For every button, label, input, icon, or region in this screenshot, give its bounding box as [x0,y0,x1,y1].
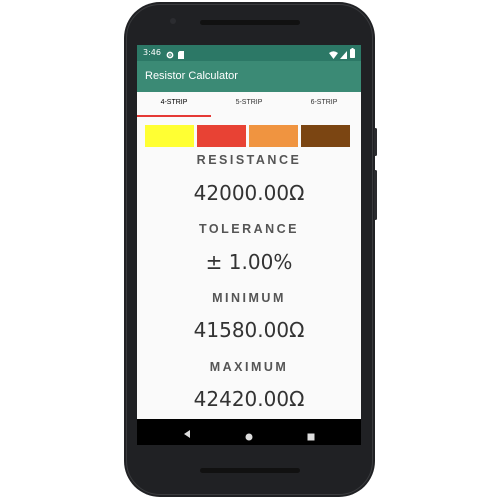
status-bar: 3:46 [137,45,361,61]
tab-indicator [137,115,211,117]
tab-bar: 4-STRIP 5-STRIP 6-STRIP [137,92,361,118]
front-camera [170,18,176,24]
navigation-bar [137,419,361,445]
color-bands [145,125,353,147]
power-button [374,128,377,156]
tolerance-value: ± 1.00% [205,250,293,274]
volume-button [374,170,377,220]
tab-5-strip[interactable]: 5-STRIP [212,92,286,118]
tab-6-strip[interactable]: 6-STRIP [287,92,361,118]
status-time: 3:46 [143,48,161,57]
app-title: Resistor Calculator [145,70,238,82]
minimum-label: MINIMUM [212,291,286,305]
minimum-value: 41580.00Ω [193,318,305,342]
band-4[interactable] [301,125,350,147]
home-icon[interactable] [244,427,254,445]
band-1[interactable] [145,125,194,147]
resistance-label: RESISTANCE [196,153,302,167]
top-speaker [200,20,300,25]
band-3[interactable] [249,125,298,147]
tolerance-label: TOLERANCE [198,222,300,236]
screen: 3:46 Resistor Calculator 4-STRIP 5-STRIP… [137,45,361,445]
band-2[interactable] [197,125,246,147]
maximum-value: 42420.00Ω [193,387,305,411]
maximum-label: MAXIMUM [209,360,289,374]
bottom-speaker [200,468,300,473]
back-icon[interactable] [182,425,192,444]
resistance-value: 42000.00Ω [193,181,305,205]
recents-icon[interactable] [306,427,316,445]
